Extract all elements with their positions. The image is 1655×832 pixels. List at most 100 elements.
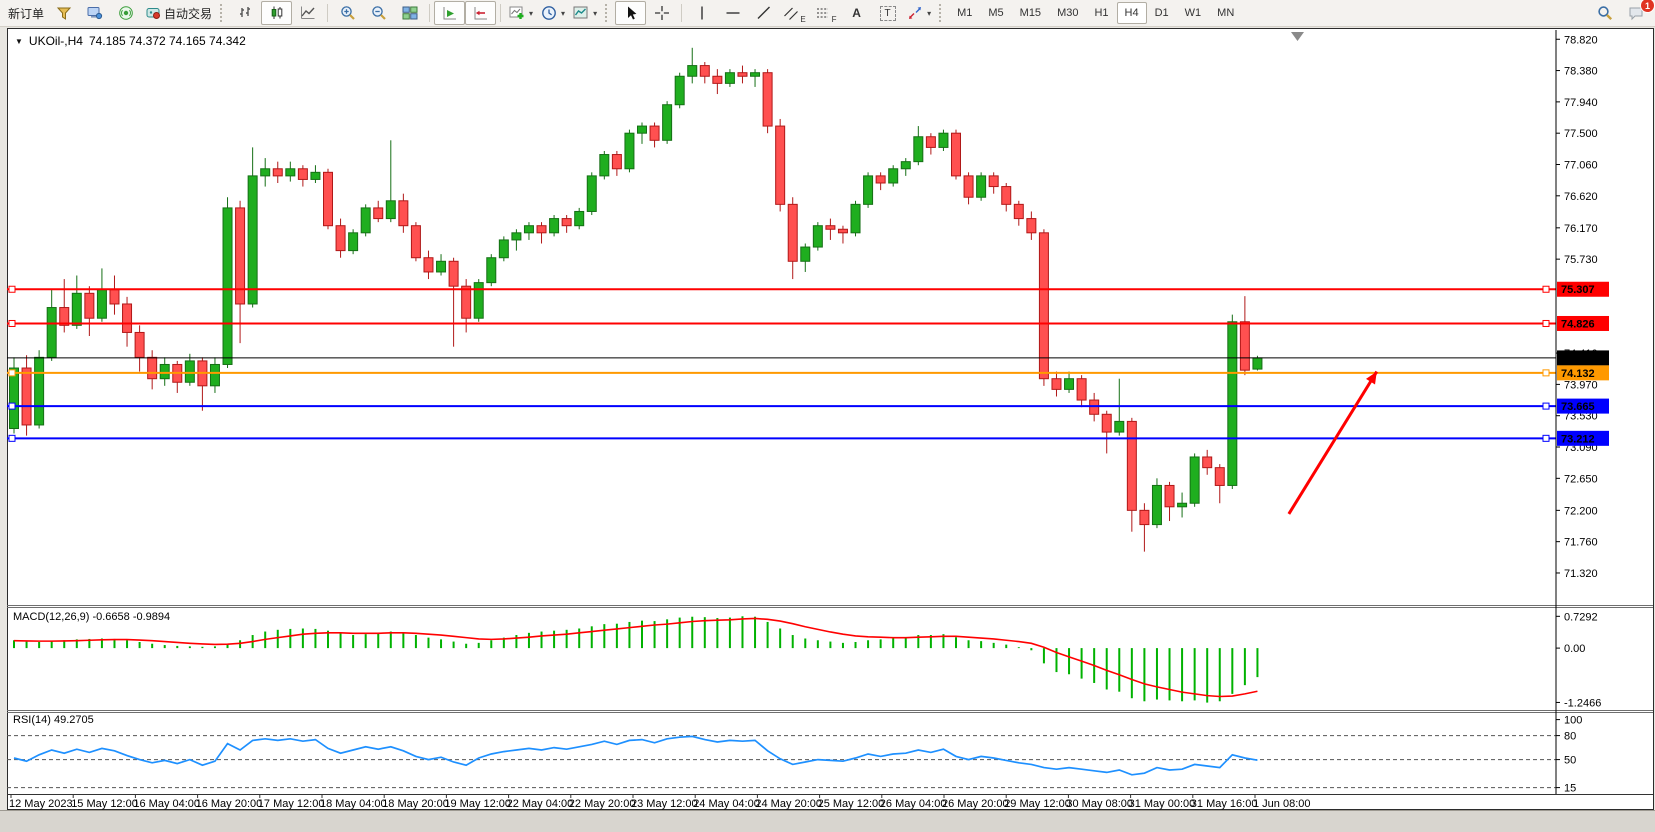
price-tick-label: 71.760 xyxy=(1564,537,1598,549)
fibonacci-tool-button[interactable]: F xyxy=(810,1,841,25)
tf-button-W1[interactable]: W1 xyxy=(1177,2,1210,24)
dropdown-caret-icon: ▾ xyxy=(593,9,597,18)
arrows-tool-icon xyxy=(907,5,923,21)
candle-body xyxy=(1077,379,1086,400)
candle-body xyxy=(1115,421,1124,432)
price-tick-label: 73.970 xyxy=(1564,379,1598,391)
tf-button-MN[interactable]: MN xyxy=(1209,2,1242,24)
candle-body xyxy=(851,204,860,232)
level-handle[interactable] xyxy=(1543,370,1549,376)
candle-body xyxy=(926,137,935,148)
crosshair-button[interactable] xyxy=(646,1,677,25)
chart-shift-button[interactable] xyxy=(465,1,496,25)
level-handle[interactable] xyxy=(9,286,15,292)
text-tool-button[interactable]: A xyxy=(841,1,872,25)
level-handle[interactable] xyxy=(9,403,15,409)
arrows-tool-button[interactable]: ▾ xyxy=(903,1,935,25)
level-handle[interactable] xyxy=(1543,286,1549,292)
trend-arrow[interactable] xyxy=(1289,372,1377,514)
signals-button[interactable] xyxy=(110,1,141,25)
tf-button-D1[interactable]: D1 xyxy=(1147,2,1177,24)
level-handle[interactable] xyxy=(1543,403,1549,409)
price-tick-label: 72.650 xyxy=(1564,473,1598,485)
price-tick-label: 76.170 xyxy=(1564,223,1598,235)
candle-body xyxy=(638,126,647,133)
notification-badge: 1 xyxy=(1640,0,1655,13)
tf-button-H4[interactable]: H4 xyxy=(1117,2,1147,24)
candle-body xyxy=(499,240,508,258)
candle-body xyxy=(813,226,822,247)
candle-body xyxy=(864,176,873,204)
candle-body xyxy=(550,219,559,233)
market-watch-button[interactable] xyxy=(79,1,110,25)
funnel-icon xyxy=(56,5,72,21)
level-handle[interactable] xyxy=(1543,435,1549,441)
tf-button-M1[interactable]: M1 xyxy=(949,2,980,24)
notifications-button[interactable]: 1 xyxy=(1620,1,1651,25)
candle-body xyxy=(411,226,420,258)
text-label-tool-button[interactable]: T xyxy=(872,1,903,25)
clock-icon xyxy=(541,5,557,21)
templates-button[interactable]: ▾ xyxy=(569,1,601,25)
zoom-out-button[interactable] xyxy=(363,1,394,25)
auto-scroll-button[interactable] xyxy=(434,1,465,25)
search-icon xyxy=(1597,5,1613,21)
candle-body xyxy=(1002,187,1011,205)
price-badge-label: 74.132 xyxy=(1561,368,1595,380)
level-handle[interactable] xyxy=(9,320,15,326)
time-tick-label: 1 Jun 08:00 xyxy=(1253,798,1311,810)
bar-chart-icon xyxy=(238,5,254,21)
candle-body xyxy=(324,172,333,225)
candle-body xyxy=(1090,400,1099,414)
candle-body xyxy=(964,176,973,197)
horizontal-line-tool-button[interactable] xyxy=(717,1,748,25)
time-tick-label: 25 May 12:00 xyxy=(818,798,885,810)
trendline-tool-button[interactable] xyxy=(748,1,779,25)
time-tick-label: 15 May 12:00 xyxy=(71,798,138,810)
tf-button-H1[interactable]: H1 xyxy=(1086,2,1116,24)
cursor-button[interactable] xyxy=(615,1,646,25)
horizontal-line-icon xyxy=(725,5,741,21)
level-handle[interactable] xyxy=(9,435,15,441)
autotrade-label: 自动交易 xyxy=(164,5,212,22)
candle-body xyxy=(612,155,621,169)
tf-button-M15[interactable]: M15 xyxy=(1012,2,1049,24)
funnel-button[interactable] xyxy=(48,1,79,25)
candle-body xyxy=(248,176,257,304)
price-badge-label: 73.665 xyxy=(1561,401,1595,413)
channel-tool-suffix: E xyxy=(800,15,805,24)
candle-body xyxy=(587,176,596,212)
candle-body xyxy=(663,105,672,141)
candle-body xyxy=(889,169,898,183)
channel-tool-button[interactable]: E xyxy=(779,1,810,25)
candlestick-chart-button[interactable] xyxy=(261,1,292,25)
candle-body xyxy=(675,76,684,104)
chart-shift-marker[interactable] xyxy=(1291,32,1304,41)
candle-body xyxy=(374,208,383,219)
candle-body xyxy=(474,283,483,319)
price-badge-label: 74.826 xyxy=(1561,318,1595,330)
search-button[interactable] xyxy=(1589,1,1620,25)
tf-button-M30[interactable]: M30 xyxy=(1049,2,1086,24)
add-indicator-button[interactable]: ▾ xyxy=(505,1,537,25)
level-handle[interactable] xyxy=(9,370,15,376)
tile-windows-button[interactable] xyxy=(394,1,425,25)
line-chart-button[interactable] xyxy=(292,1,323,25)
autotrade-button[interactable]: 自动交易 xyxy=(141,1,216,25)
vertical-line-tool-button[interactable] xyxy=(686,1,717,25)
toolbar-grip xyxy=(939,4,945,22)
new-order-button[interactable]: 新订单 xyxy=(4,1,48,25)
zoom-in-button[interactable] xyxy=(332,1,363,25)
macd-tick-label: 0.7292 xyxy=(1564,611,1598,623)
price-tick-label: 77.060 xyxy=(1564,159,1598,171)
rsi-tick-label: 80 xyxy=(1564,731,1576,743)
candle-body xyxy=(725,73,734,84)
periods-button[interactable]: ▾ xyxy=(537,1,569,25)
tf-button-M5[interactable]: M5 xyxy=(980,2,1011,24)
level-handle[interactable] xyxy=(1543,320,1549,326)
chart-canvas[interactable]: 78.82078.38077.94077.50077.06076.62076.1… xyxy=(7,28,1654,810)
bar-chart-button[interactable] xyxy=(230,1,261,25)
bottom-strip xyxy=(0,810,1655,832)
chart-template-icon xyxy=(573,5,589,21)
candle-body xyxy=(1203,457,1212,468)
